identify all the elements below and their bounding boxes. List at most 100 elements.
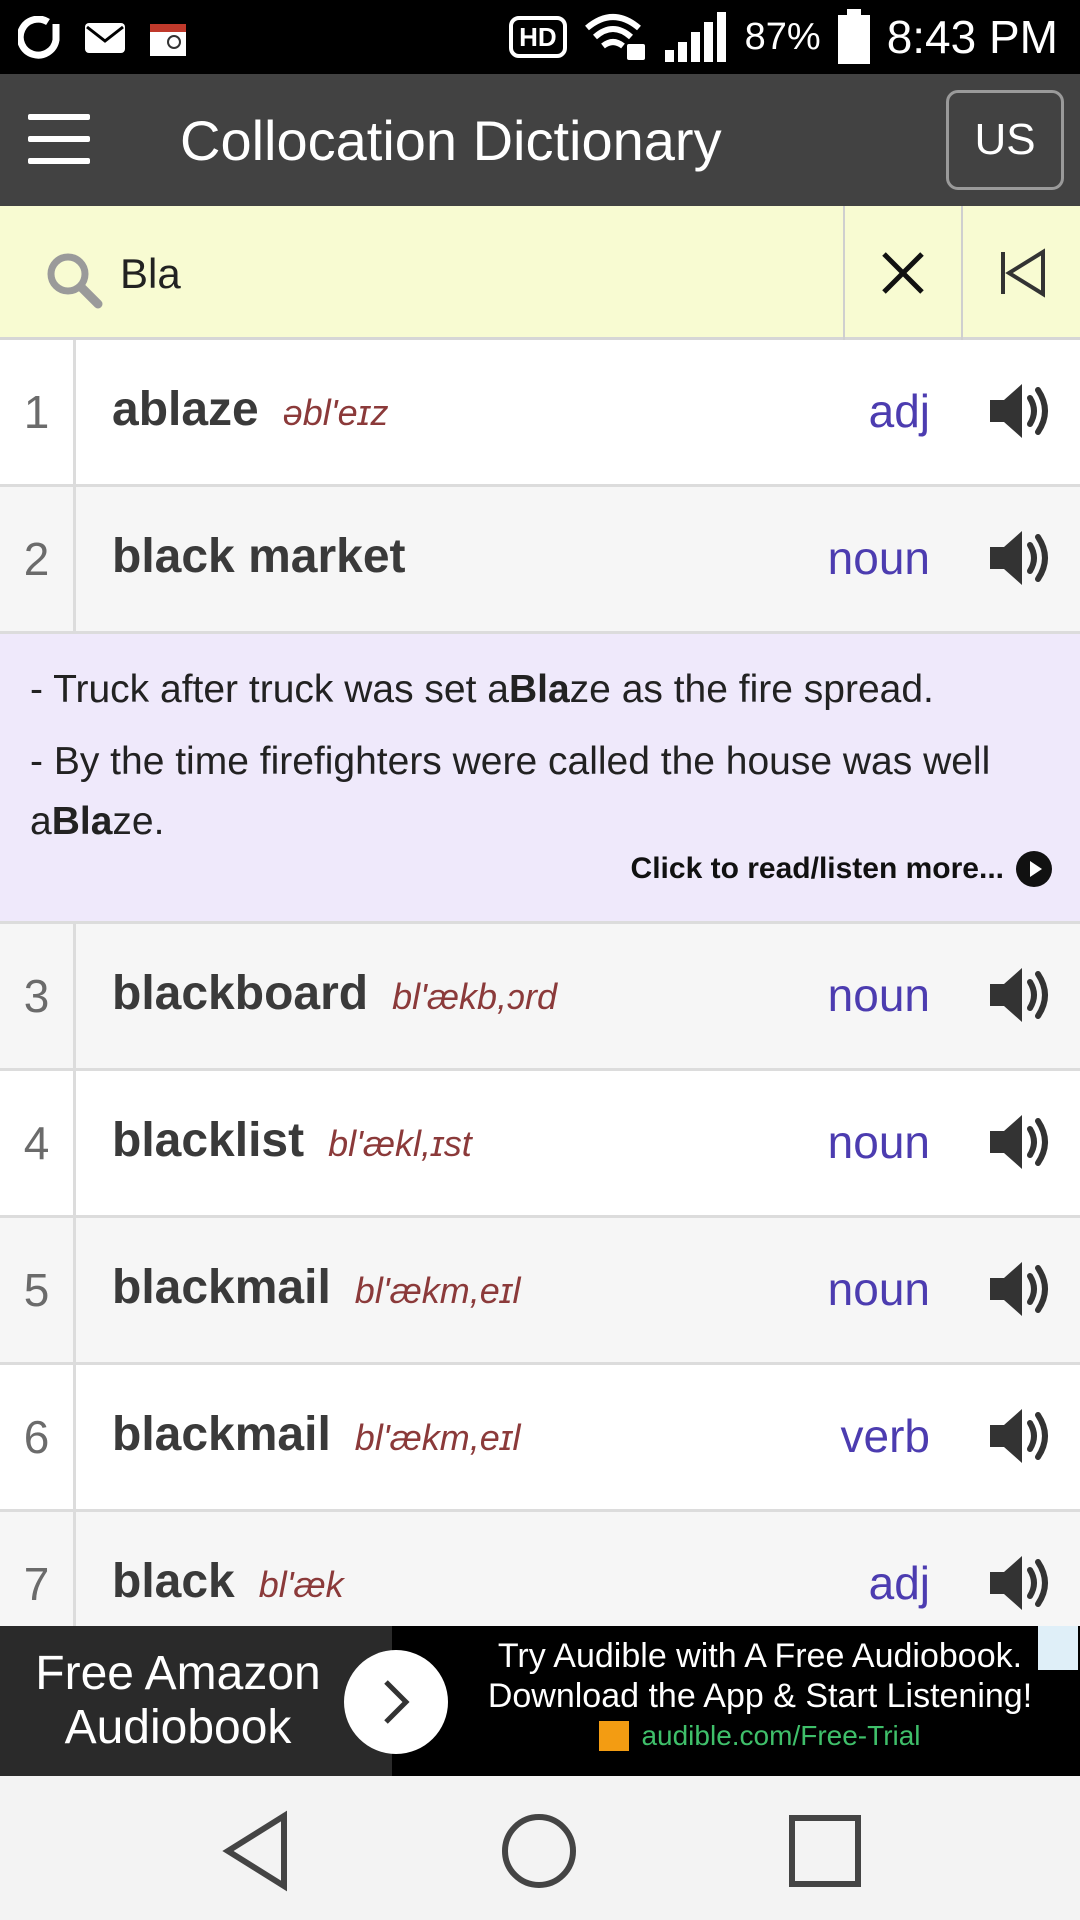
chevron-right-icon [384,1680,410,1724]
pronunciation: bl'ækm,eɪl [354,1417,521,1458]
word-text: black [112,1555,235,1608]
word-text: black market [112,530,406,583]
ad-line: Try Audible with A Free Audiobook. [497,1637,1023,1675]
example-highlight: Bla [51,800,113,843]
item-word: blacklist bl'ækl,ɪst [112,1113,472,1168]
word-text: blackmail [112,1408,331,1461]
ad-url-text: audible.com/Free-Trial [641,1720,921,1751]
app-bar: Collocation Dictionary US [0,74,1080,206]
part-of-speech: noun [827,532,930,584]
speaker-icon[interactable] [986,525,1052,591]
pronunciation: bl'ækl,ɪst [328,1123,472,1164]
word-text: ablaze [112,383,259,436]
back-icon[interactable] [214,1806,304,1896]
ad-banner[interactable]: Free Amazon Audiobook Try Audible with A… [0,1626,1080,1776]
pronunciation: bl'ækm,eɪl [354,1270,521,1311]
speaker-icon[interactable] [986,1109,1052,1175]
list-item[interactable]: 6 blackmail bl'ækm,eɪl verb [0,1365,1080,1512]
navigation-bar [0,1776,1080,1920]
clear-search-button[interactable] [843,206,961,340]
hamburger-menu-icon [28,114,90,120]
home-icon[interactable] [494,1806,584,1896]
ad-headline: Free Amazon Audiobook [0,1626,392,1776]
part-of-speech: adj [868,385,930,437]
item-number: 3 [0,924,76,1068]
signal-icon [664,12,726,62]
read-more-label: Click to read/listen more... [630,852,1004,885]
word-text: blacklist [112,1114,305,1167]
hamburger-menu-icon-bar [28,136,90,142]
word-text: blackmail [112,1261,331,1314]
hamburger-menu-icon-bar [28,158,90,164]
search-input[interactable] [118,236,838,312]
menu-button[interactable] [28,114,90,164]
pronunciation: əbl'eɪz [282,392,389,433]
page-title: Collocation Dictionary [180,109,722,172]
ad-info-icon[interactable] [1038,1626,1078,1670]
search-bar [0,206,1080,340]
list-item[interactable]: 5 blackmail bl'ækm,eɪl noun [0,1218,1080,1365]
part-of-speech: noun [827,969,930,1021]
skip-to-start-icon [1000,248,1045,298]
example-text: - Truck after truck was set a [30,668,509,711]
item-number: 1 [0,340,76,484]
app-logo-icon [18,16,60,59]
speaker-icon[interactable] [986,962,1052,1028]
example-text: - By the time firefighters were called t… [30,740,991,843]
ad-line: Download the App & Start Listening! [487,1677,1033,1715]
results-list: 1 ablaze əbl'eɪz adj 2 black market noun … [0,340,1080,1659]
battery-icon [837,9,870,64]
item-number: 2 [0,487,76,631]
close-icon [882,252,924,294]
speaker-icon[interactable] [986,1256,1052,1322]
ad-body: Try Audible with A Free Audiobook. Downl… [460,1636,1060,1752]
part-of-speech: adj [868,1557,930,1609]
list-item[interactable]: 3 blackboard bl'ækb,ɔrd noun [0,924,1080,1071]
notification-icons [18,12,188,64]
search-icon [47,253,103,309]
part-of-speech: noun [827,1263,930,1315]
list-item[interactable]: 1 ablaze əbl'eɪz adj [0,340,1080,487]
speaker-icon[interactable] [986,1550,1052,1616]
example-highlight: Bla [508,668,570,711]
calendar-icon [150,24,186,56]
example-text: ze as the fire spread. [569,668,934,711]
example-text: ze. [112,800,165,843]
part-of-speech: verb [840,1410,930,1462]
ad-arrow-button[interactable] [344,1650,448,1754]
speaker-icon[interactable] [986,378,1052,444]
region-toggle-button[interactable]: US [946,90,1064,190]
list-item[interactable]: 4 blacklist bl'ækl,ɪst noun [0,1071,1080,1218]
word-text: blackboard [112,967,369,1020]
mail-icon [85,23,125,53]
battery-percent: 87% [744,15,821,58]
example-sentence: - Truck after truck was set aBlaze as th… [30,660,1050,720]
wifi-icon [584,14,645,60]
item-word: black market [112,529,406,584]
hd-indicator: HD [509,16,567,58]
recent-apps-icon[interactable] [780,1806,870,1896]
example-sentences[interactable]: - Truck after truck was set aBlaze as th… [0,634,1080,924]
pronunciation: bl'ækb,ɔrd [392,976,558,1017]
item-number: 5 [0,1218,76,1362]
system-icons: HD 87% 8:43 PM [509,0,1058,74]
list-item[interactable]: 2 black market noun [0,487,1080,634]
item-word: blackmail bl'ækm,eɪl [112,1407,521,1462]
item-word: blackboard bl'ækb,ɔrd [112,966,557,1021]
example-sentence: - By the time firefighters were called t… [30,732,1050,852]
part-of-speech: noun [827,1116,930,1168]
read-more-link[interactable]: Click to read/listen more... [631,839,1052,899]
item-number: 4 [0,1071,76,1215]
item-word: ablaze əbl'eɪz [112,382,389,437]
play-circle-icon [1016,851,1052,887]
item-word: black bl'æk [112,1554,344,1609]
audible-logo-icon [599,1721,630,1751]
pronunciation: bl'æk [258,1564,344,1605]
skip-to-start-button[interactable] [961,206,1080,340]
status-bar: HD 87% 8:43 PM [0,0,1080,74]
speaker-icon[interactable] [986,1403,1052,1469]
ad-url[interactable]: audible.com/Free-Trial [460,1720,1060,1752]
clock: 8:43 PM [886,11,1058,63]
item-word: blackmail bl'ækm,eɪl [112,1260,521,1315]
item-number: 6 [0,1365,76,1509]
